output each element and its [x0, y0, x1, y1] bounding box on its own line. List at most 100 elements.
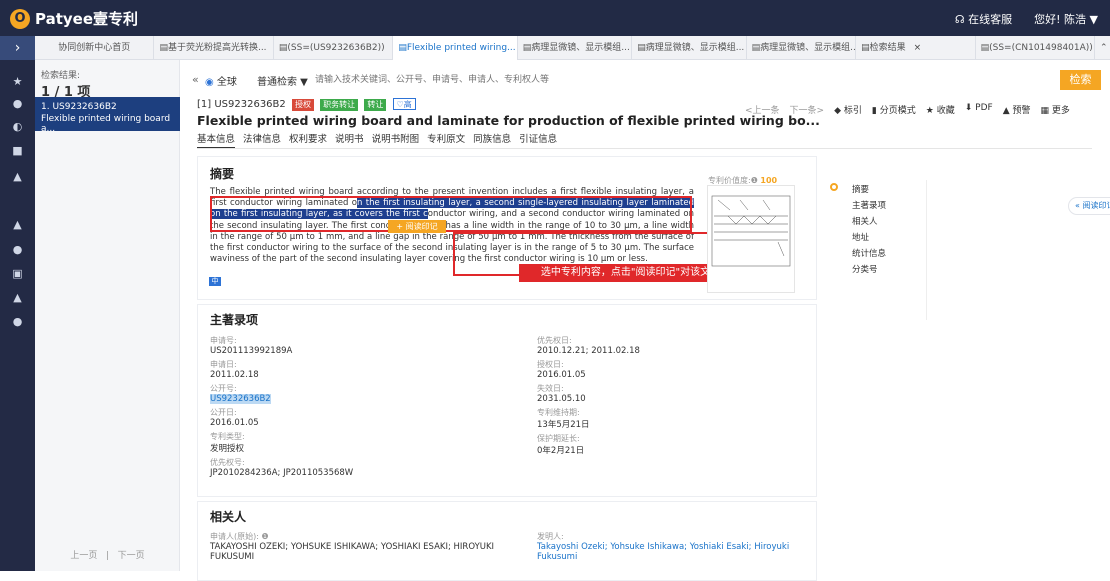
- status-badge: 授权: [291, 99, 314, 111]
- tab-search-1[interactable]: ▤基于荧光粉提高光转换...×: [154, 35, 274, 60]
- tab-bar: 协同创新中心首页 ▤基于荧光粉提高光转换...× ▤(SS=(US9232636…: [35, 35, 1110, 60]
- outline-abstract[interactable]: 摘要: [852, 183, 869, 195]
- search-input[interactable]: [310, 70, 1060, 90]
- tab-search-6[interactable]: ▤(SS=(CN101498401A))×: [976, 35, 1096, 60]
- tab-drawings[interactable]: 说明书附图: [372, 131, 420, 149]
- collapse-tabs-icon[interactable]: ⌃: [1095, 36, 1110, 60]
- tab-search-5[interactable]: ▤病理显微镜、显示模组...×: [747, 35, 857, 60]
- star-icon[interactable]: ★: [0, 75, 35, 88]
- publication-number[interactable]: US9232636B2: [210, 394, 271, 404]
- value-badge: ♡高: [392, 98, 416, 110]
- search-button[interactable]: 检索: [1060, 70, 1101, 90]
- priority-date: 2010.12.21; 2011.02.18: [537, 346, 640, 356]
- user-icon[interactable]: ▲: [0, 291, 35, 304]
- globe-icon: ◉: [205, 77, 214, 88]
- headset-icon: ☊: [954, 13, 965, 26]
- doc-icon: ▤: [980, 42, 990, 53]
- tab-family[interactable]: 同族信息: [473, 131, 511, 149]
- patent-drawing[interactable]: [707, 185, 795, 293]
- people-heading: 相关人: [210, 510, 247, 524]
- collapse-panel-icon[interactable]: «: [192, 73, 199, 86]
- applicant-block: 申请人(原始): ❶ TAKAYOSHI OZEKI; YOHSUKE ISHI…: [210, 531, 510, 562]
- outline-biblio[interactable]: 主著录项: [852, 199, 886, 211]
- grid-icon: ▦: [1040, 106, 1050, 116]
- favorite-button[interactable]: ★ 收藏: [926, 103, 955, 116]
- selection-highlight-box: [210, 196, 692, 232]
- gauge-icon[interactable]: ◐: [0, 120, 35, 133]
- doc-icon: ▤: [522, 42, 532, 53]
- tab-legal-info[interactable]: 法律信息: [243, 131, 281, 149]
- tab-search-2[interactable]: ▤(SS=(US9232636B2))×: [274, 35, 394, 60]
- tab-results[interactable]: ▤检索结果 ×: [856, 35, 976, 60]
- location-icon[interactable]: ●: [0, 243, 35, 256]
- pdf-button[interactable]: ⬇ PDF: [965, 103, 993, 116]
- maintenance-period: 13年5月21日: [537, 420, 590, 430]
- transfer-badge-2: 转让: [364, 99, 387, 111]
- prev-page[interactable]: 上一页: [70, 551, 97, 561]
- user-menu[interactable]: 您好! 陈浩 ▼: [1034, 11, 1098, 27]
- tab-description[interactable]: 说明书: [335, 131, 364, 149]
- outline-people[interactable]: 相关人: [852, 215, 878, 227]
- outline-nav: 摘要 主著录项 相关人 地址 统计信息 分类号: [817, 180, 927, 320]
- patent-tabs: 基本信息 法律信息 权利要求 说明书 说明书附图 专利原文 同族信息 引证信息: [197, 131, 557, 149]
- term-extension: 0年2月21日: [537, 446, 585, 456]
- result-label: 检索结果:: [41, 71, 81, 81]
- more-button[interactable]: ▦ 更多: [1041, 103, 1070, 116]
- top-bar: O Patyee壹专利 ☊ 在线客服 您好! 陈浩 ▼: [0, 0, 1110, 36]
- outline-stats[interactable]: 统计信息: [852, 247, 886, 259]
- next-page[interactable]: 下一页: [118, 551, 145, 561]
- close-icon[interactable]: ×: [914, 43, 922, 53]
- results-panel: 检索结果: 1 / 1 项 1. US9232636B2 Flexible pr…: [35, 60, 180, 571]
- outline-class[interactable]: 分类号: [852, 263, 878, 275]
- info-icon: ❶: [750, 176, 758, 185]
- language-badge[interactable]: 中: [209, 277, 221, 286]
- prev-record[interactable]: <上一条: [745, 103, 780, 116]
- tab-original[interactable]: 专利原文: [427, 131, 465, 149]
- chevron-left-icon: «: [1075, 201, 1080, 210]
- search-row: « ◉ 全球 普通检索 ▼ 检索: [180, 70, 1110, 90]
- result-item[interactable]: 1. US9232636B2 Flexible printed wiring b…: [35, 97, 180, 134]
- tab-home[interactable]: 协同创新中心首页: [35, 35, 155, 60]
- page-icon: ▮: [871, 106, 877, 116]
- tab-current-patent[interactable]: ▤Flexible printed wiring...×: [393, 35, 518, 60]
- tab-basic-info[interactable]: 基本信息: [197, 131, 236, 149]
- doc-icon: ▤: [751, 42, 761, 53]
- tab-claims[interactable]: 权利要求: [289, 131, 327, 149]
- doc-icon[interactable]: ■: [0, 144, 35, 157]
- person-search-icon[interactable]: ▲: [0, 170, 35, 183]
- alert-button[interactable]: ▲ 预警: [1003, 103, 1031, 116]
- result-item-title: Flexible printed wiring board a...: [41, 114, 171, 134]
- download-icon: ⬇: [964, 103, 973, 113]
- tab-search-4[interactable]: ▤病理显微镜、显示模组...×: [632, 35, 747, 60]
- logo-text: Patyee壹专利: [35, 10, 139, 28]
- target-icon[interactable]: ●: [0, 97, 35, 110]
- logo[interactable]: O Patyee壹专利: [10, 8, 138, 29]
- calendar-icon[interactable]: ▣: [0, 267, 35, 280]
- read-mark-tab[interactable]: « 阅读印记: [1068, 197, 1110, 215]
- next-record[interactable]: 下一条>: [790, 103, 825, 116]
- heart-icon: ♡: [396, 100, 404, 109]
- bell-icon[interactable]: ▲: [0, 218, 35, 231]
- doc-icon: ▤: [398, 42, 407, 53]
- settings-icon[interactable]: ●: [0, 315, 35, 328]
- doc-icon: ▤: [159, 42, 168, 53]
- abstract-heading: 摘要: [210, 167, 235, 181]
- scope-select[interactable]: ◉ 全球: [205, 73, 237, 88]
- outline-address[interactable]: 地址: [852, 231, 869, 243]
- inventor-names[interactable]: Takayoshi Ozeki; Yohsuke Ishikawa; Yoshi…: [537, 542, 807, 562]
- expand-icon[interactable]: ›: [0, 36, 35, 60]
- logo-icon: O: [10, 8, 30, 29]
- paged-mode-button[interactable]: ▮ 分页模式: [872, 103, 916, 116]
- search-type-select[interactable]: 普通检索 ▼: [257, 73, 308, 88]
- read-mark-tooltip[interactable]: + 阅读印记: [388, 220, 446, 233]
- tag-button[interactable]: ◆ 标引: [834, 103, 862, 116]
- star-icon: ★: [925, 106, 934, 116]
- tab-citations[interactable]: 引证信息: [519, 131, 557, 149]
- tab-search-3[interactable]: ▤病理显微镜、显示模组...×: [518, 35, 633, 60]
- drawing-image: [711, 195, 791, 267]
- priority-number: JP2010284236A; JP2011053568W: [210, 468, 354, 478]
- tag-icon: ◆: [834, 106, 842, 116]
- transfer-badge: 职务转让: [320, 99, 359, 111]
- support-link[interactable]: ☊ 在线客服: [955, 11, 1012, 27]
- biblio-heading: 主著录项: [210, 313, 259, 327]
